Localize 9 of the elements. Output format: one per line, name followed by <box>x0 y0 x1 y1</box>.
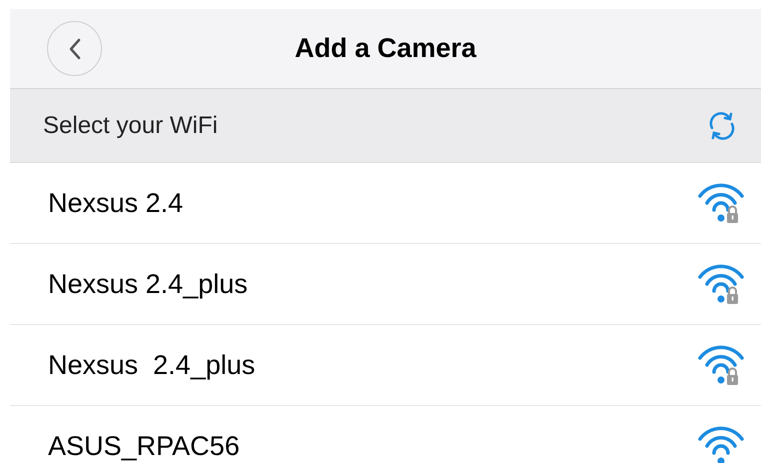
section-label: Select your WiFi <box>43 110 218 140</box>
screen-title: Add a Camera <box>294 32 476 66</box>
network-name: Nexsus 2.4 <box>48 186 184 220</box>
network-name: ASUS_RPAC56 <box>48 430 240 463</box>
refresh-icon <box>707 110 737 140</box>
network-name: Nexsus 2.4_plus <box>48 348 256 382</box>
back-button[interactable] <box>47 21 102 76</box>
network-name: Nexsus 2.4_plus <box>48 268 248 301</box>
back-icon <box>68 38 82 60</box>
